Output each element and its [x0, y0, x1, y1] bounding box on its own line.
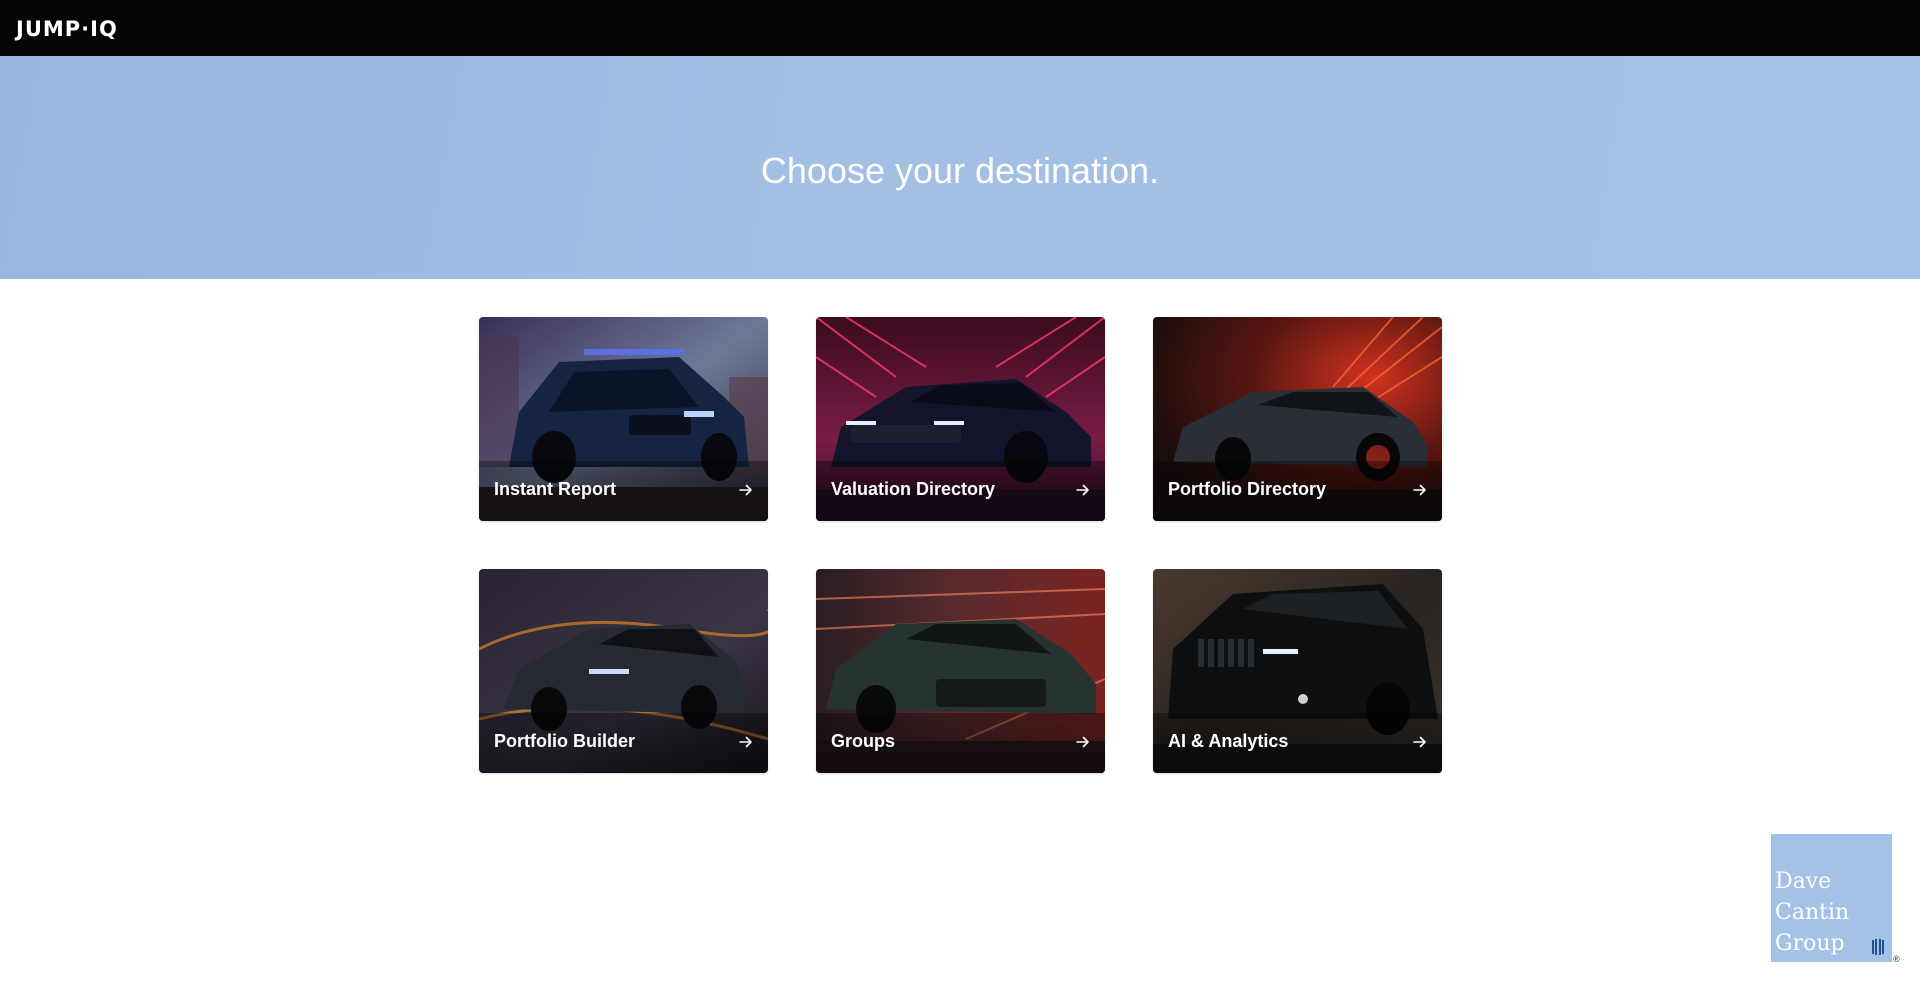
- arrow-right-icon: [1076, 484, 1089, 496]
- card-label: Groups: [831, 731, 896, 751]
- card-label: AI & Analytics: [1168, 731, 1289, 751]
- hero-banner: Choose your destination.: [0, 56, 1920, 279]
- card-label: Instant Report: [494, 479, 617, 499]
- arrow-right-icon: [1413, 736, 1426, 748]
- top-navigation-bar: JUMP·IQ: [0, 0, 1920, 56]
- card-label: Portfolio Builder: [494, 731, 635, 751]
- badge-line-cantin: Cantin: [1775, 900, 1850, 925]
- destination-card-instant-report[interactable]: Instant Report: [479, 317, 768, 521]
- arrow-right-icon: [1413, 484, 1426, 496]
- card-label: Valuation Directory: [831, 479, 996, 499]
- registered-mark: ®: [1893, 954, 1900, 964]
- destination-card-portfolio-builder[interactable]: Portfolio Builder: [479, 569, 768, 773]
- dave-cantin-group-badge[interactable]: Dave Cantin Group: [1771, 834, 1892, 962]
- page-title: Choose your destination.: [760, 150, 1160, 191]
- destination-card-portfolio-directory[interactable]: Portfolio Directory: [1153, 317, 1442, 521]
- jump-iq-logo[interactable]: JUMP·IQ: [16, 17, 118, 41]
- arrow-right-icon: [739, 736, 752, 748]
- destination-card-ai-analytics[interactable]: AI & Analytics: [1153, 569, 1442, 773]
- badge-text: Dave Cantin Group: [1775, 866, 1875, 959]
- arrow-right-icon: [1076, 736, 1089, 748]
- dcg-logo-mark-icon: [1872, 939, 1884, 955]
- badge-line-group: Group: [1775, 931, 1845, 956]
- badge-line-dave: Dave: [1775, 869, 1832, 894]
- arrow-right-icon: [739, 484, 752, 496]
- card-label: Portfolio Directory: [1168, 479, 1327, 499]
- destination-card-groups[interactable]: Groups: [816, 569, 1105, 773]
- destination-card-valuation-directory[interactable]: Valuation Directory: [816, 317, 1105, 521]
